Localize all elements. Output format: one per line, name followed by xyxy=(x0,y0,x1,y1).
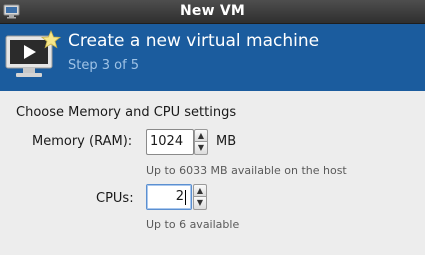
window-titlebar[interactable]: New VM xyxy=(0,0,425,24)
cpus-hint: Up to 6 available xyxy=(146,218,240,231)
arrow-up-icon: ▲ xyxy=(196,186,204,195)
wizard-banner: Create a new virtual machine Step 3 of 5 xyxy=(0,24,425,91)
cpus-value: 2 xyxy=(175,189,184,204)
arrow-up-icon: ▲ xyxy=(197,131,205,140)
cpus-spin-input[interactable]: 2 xyxy=(146,184,192,210)
memory-decrement-button[interactable]: ▼ xyxy=(194,142,208,155)
memory-spin-buttons: ▲ ▼ xyxy=(194,129,208,155)
wizard-step-indicator: Step 3 of 5 xyxy=(68,58,140,73)
memory-hint: Up to 6033 MB available on the host xyxy=(146,164,347,177)
new-vm-monitor-star-icon xyxy=(5,30,62,77)
window-title: New VM xyxy=(180,3,245,19)
cpus-increment-button[interactable]: ▲ xyxy=(193,184,207,197)
text-caret xyxy=(185,190,186,205)
section-title: Choose Memory and CPU settings xyxy=(16,105,237,120)
cpus-label: CPUs: xyxy=(96,191,134,206)
arrow-down-icon: ▼ xyxy=(197,143,205,152)
arrow-down-icon: ▼ xyxy=(196,198,204,207)
memory-label: Memory (RAM): xyxy=(32,134,133,149)
wizard-heading: Create a new virtual machine xyxy=(68,31,320,51)
memory-spin-input[interactable]: 1024 xyxy=(146,129,194,155)
memory-increment-button[interactable]: ▲ xyxy=(194,129,208,142)
memory-value: 1024 xyxy=(150,134,184,149)
cpus-spin-buttons: ▲ ▼ xyxy=(193,184,207,210)
cpus-decrement-button[interactable]: ▼ xyxy=(193,197,207,210)
memory-unit: MB xyxy=(216,134,237,149)
